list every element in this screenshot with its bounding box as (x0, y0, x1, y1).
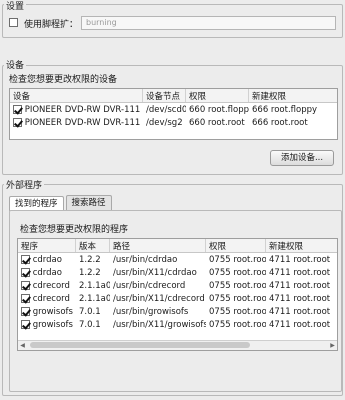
device-perm: 660 root.root (189, 117, 245, 128)
program-name: cdrecord (32, 280, 70, 291)
col-path[interactable]: 路径 (110, 239, 206, 252)
program-path: /usr/bin/X11/cdrecord (113, 293, 205, 304)
devices-table: 设备 设备节点 权限 新建权限 PIONEER DVD-RW DVR-111 /… (9, 88, 338, 140)
use-label: 使用脚程扩： (24, 20, 79, 30)
device-new-perm: 666 root.floppy (252, 104, 318, 115)
program-version: 2.1.1a03 (79, 280, 110, 291)
use-checkbox[interactable] (9, 18, 18, 27)
program-name: cdrecord (32, 293, 70, 304)
devices-hint: 检查您想要更改权限的设备 (9, 75, 118, 85)
col-perm[interactable]: 权限 (186, 89, 249, 102)
col-prog-perm[interactable]: 权限 (206, 239, 266, 252)
program-row[interactable]: cdrecord 2.1.1a03 /usr/bin/X11/cdrecord … (18, 292, 337, 305)
program-perm: 0755 root.root (209, 267, 266, 278)
programs-header: 程序 版本 路径 权限 新建权限 (18, 239, 337, 253)
add-device-button[interactable]: 添加设备... (270, 150, 334, 166)
program-path: /usr/bin/growisofs (113, 306, 189, 317)
col-version[interactable]: 版本 (76, 239, 110, 252)
tab-search-path[interactable]: 搜索路径 (65, 195, 112, 210)
col-prog-new-perm[interactable]: 新建权限 (266, 239, 337, 252)
programs-table: 程序 版本 路径 权限 新建权限 cdrdao 1.2.2 /usr/bin/c… (17, 238, 338, 351)
program-perm: 0755 root.root (209, 306, 266, 317)
program-perm: 0755 root.root (209, 280, 266, 291)
scroll-thumb[interactable] (30, 342, 250, 348)
program-row[interactable]: cdrecord 2.1.1a03 /usr/bin/cdrecord 0755… (18, 279, 337, 292)
program-version: 1.2.2 (79, 267, 101, 278)
programs-hscrollbar[interactable]: ◀ ▶ (18, 340, 337, 350)
tab-found-programs[interactable]: 找到的程序 (9, 196, 64, 211)
device-name: PIONEER DVD-RW DVR-111 (24, 104, 141, 115)
program-name: cdrdao (32, 254, 62, 265)
program-new-perm: 4711 root.root (269, 267, 331, 278)
device-perm: 660 root.floppy (189, 104, 249, 115)
program-checkbox[interactable] (21, 293, 30, 303)
program-name: growisofs (32, 319, 73, 330)
program-version: 1.2.2 (79, 254, 101, 265)
program-checkbox[interactable] (21, 306, 30, 316)
programs-hint: 检查您想要更改权限的程序 (20, 225, 129, 235)
program-perm: 0755 root.root (209, 254, 266, 265)
program-row[interactable]: cdrdao 1.2.2 /usr/bin/cdrdao 0755 root.r… (18, 253, 337, 266)
group-input[interactable]: burning (81, 16, 336, 30)
program-version: 2.1.1a03 (79, 293, 110, 304)
program-checkbox[interactable] (21, 254, 30, 264)
program-version: 7.0.1 (79, 319, 101, 330)
col-program[interactable]: 程序 (18, 239, 76, 252)
device-new-perm: 666 root.root (252, 117, 308, 128)
program-row[interactable]: growisofs 7.0.1 /usr/bin/growisofs 0755 … (18, 305, 337, 318)
program-row[interactable]: growisofs 7.0.1 /usr/bin/X11/growisofs 0… (18, 318, 337, 331)
program-checkbox[interactable] (21, 267, 30, 277)
device-row[interactable]: PIONEER DVD-RW DVR-111 /dev/scd0 660 roo… (10, 103, 337, 116)
scroll-left-icon[interactable]: ◀ (18, 341, 27, 350)
program-path: /usr/bin/cdrecord (113, 280, 186, 291)
program-checkbox[interactable] (21, 319, 30, 329)
program-new-perm: 4711 root.root (269, 306, 331, 317)
device-row[interactable]: PIONEER DVD-RW DVR-111 /dev/sg2 660 root… (10, 116, 337, 129)
col-device[interactable]: 设备 (10, 89, 143, 102)
program-name: cdrdao (32, 267, 62, 278)
device-name: PIONEER DVD-RW DVR-111 (24, 117, 141, 128)
program-new-perm: 4711 root.root (269, 319, 331, 330)
program-perm: 0755 root.root (209, 319, 266, 330)
device-checkbox[interactable] (13, 104, 22, 114)
devices-header: 设备 设备节点 权限 新建权限 (10, 89, 337, 103)
device-node: /dev/sg2 (146, 117, 183, 128)
program-row[interactable]: cdrdao 1.2.2 /usr/bin/X11/cdrdao 0755 ro… (18, 266, 337, 279)
program-name: growisofs (32, 306, 73, 317)
program-version: 7.0.1 (79, 306, 101, 317)
device-node: /dev/scd0 (146, 104, 186, 115)
program-path: /usr/bin/X11/cdrdao (113, 267, 197, 278)
program-path: /usr/bin/cdrdao (113, 254, 178, 265)
devices-group-title: 设备 (4, 58, 27, 71)
col-node[interactable]: 设备节点 (143, 89, 186, 102)
programs-tabs: 找到的程序 搜索路径 (9, 195, 114, 211)
program-path: /usr/bin/X11/growisofs (113, 319, 206, 330)
program-new-perm: 4711 root.root (269, 254, 331, 265)
device-checkbox[interactable] (13, 117, 22, 127)
programs-group-title: 外部程序 (4, 178, 45, 191)
program-perm: 0755 root.root (209, 293, 266, 304)
program-new-perm: 4711 root.root (269, 293, 331, 304)
scroll-right-icon[interactable]: ▶ (328, 341, 337, 350)
col-new-perm[interactable]: 新建权限 (249, 89, 337, 102)
settings-group-title: 设置 (4, 0, 27, 12)
program-new-perm: 4711 root.root (269, 280, 331, 291)
program-checkbox[interactable] (21, 280, 30, 290)
